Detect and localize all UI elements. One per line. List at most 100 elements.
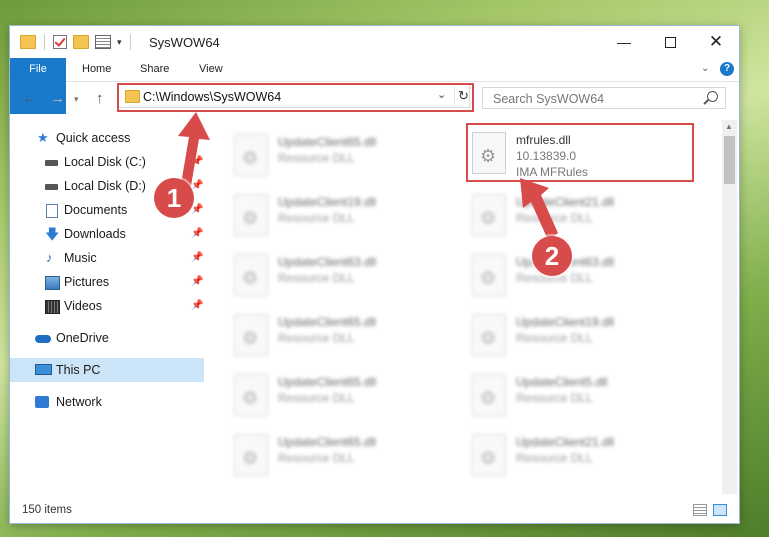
pin-icon[interactable]: 📌	[191, 222, 203, 246]
tab-home[interactable]: Home	[82, 58, 111, 81]
file-item[interactable]: ⚙ UpdateClient5.dll Resource DLL	[458, 368, 686, 424]
file-item[interactable]: ⚙ UpdateClient65.dll Resource DLL	[220, 428, 448, 484]
file-item[interactable]: ⚙ UpdateClient63.dll Resource DLL	[458, 248, 686, 304]
sidebar-item-videos[interactable]: Videos 📌	[10, 294, 204, 318]
dll-file-icon: ⚙	[234, 194, 268, 236]
scroll-up-icon[interactable]: ▲	[725, 122, 733, 131]
toolbar-divider	[44, 34, 45, 50]
gear-icon: ⚙	[242, 268, 259, 288]
sidebar-item-label: Music	[64, 251, 97, 265]
pin-icon[interactable]: 📌	[191, 294, 203, 318]
file-item[interactable]: ⚙ UpdateClient21.dll Resource DLL	[458, 188, 686, 244]
search-icon[interactable]	[707, 91, 718, 102]
file-name: UpdateClient19.dll	[516, 315, 615, 329]
file-name: UpdateClient65.dll	[278, 435, 377, 449]
sidebar-item-onedrive[interactable]: OneDrive	[10, 326, 204, 350]
file-item[interactable]: ⚙ UpdateClient65.dll Resource DLL	[220, 368, 448, 424]
file-type: Resource DLL	[278, 211, 355, 225]
file-type: Resource DLL	[516, 451, 593, 465]
file-type: Resource DLL	[516, 391, 593, 405]
properties-icon[interactable]	[95, 35, 111, 49]
sidebar-item-label: This PC	[56, 363, 101, 377]
address-highlight-box	[117, 83, 474, 112]
expand-ribbon-chevron-icon[interactable]: ⌄	[701, 63, 709, 74]
sidebar-item-network[interactable]: Network	[10, 390, 204, 414]
sidebar-item-local-disk-c[interactable]: Local Disk (C:) 📌	[10, 150, 204, 174]
maximize-button[interactable]	[647, 26, 693, 58]
gear-icon: ⚙	[480, 388, 497, 408]
chevron-down-icon[interactable]: ▾	[117, 37, 122, 48]
documents-icon	[46, 204, 58, 218]
pc-icon	[35, 364, 52, 375]
tab-share[interactable]: Share	[140, 58, 169, 81]
quick-access-toolbar: ▾	[20, 34, 133, 50]
scrollbar-thumb[interactable]	[724, 136, 735, 184]
file-item[interactable]: ⚙ UpdateClient65.dll Resource DLL	[220, 308, 448, 364]
file-type: Resource DLL	[278, 451, 355, 465]
sidebar-item-label: Local Disk (D:)	[64, 179, 146, 193]
sidebar-item-label: Local Disk (C:)	[64, 155, 146, 169]
pin-icon[interactable]: 📌	[191, 246, 203, 270]
search-input[interactable]	[491, 90, 695, 108]
file-name: UpdateClient21.dll	[516, 435, 615, 449]
file-item[interactable]: ⚙ UpdateClient63.dll Resource DLL	[220, 248, 448, 304]
drive-icon	[45, 184, 58, 190]
details-view-icon[interactable]	[693, 504, 707, 516]
file-type: Resource DLL	[278, 331, 355, 345]
pin-icon[interactable]: 📌	[191, 270, 203, 294]
gear-icon: ⚙	[480, 268, 497, 288]
file-type: Resource DLL	[278, 151, 355, 165]
gear-icon: ⚙	[480, 208, 497, 228]
gear-icon: ⚙	[242, 208, 259, 228]
forward-arrow-icon[interactable]: →	[50, 90, 65, 107]
sidebar-item-downloads[interactable]: 🡇 Downloads 📌	[10, 222, 204, 246]
gear-icon: ⚙	[242, 388, 259, 408]
window-title: SysWOW64	[149, 35, 220, 50]
sidebar-item-label: Videos	[64, 299, 102, 313]
title-bar: ▾ SysWOW64 — ✕	[10, 26, 739, 58]
ribbon: File Home Share View ⌄ ?	[10, 58, 739, 114]
sidebar-item-pictures[interactable]: Pictures 📌	[10, 270, 204, 294]
maximize-icon	[664, 36, 676, 48]
file-type: Resource DLL	[278, 391, 355, 405]
dll-file-icon: ⚙	[234, 314, 268, 356]
sidebar-item-this-pc[interactable]: This PC	[10, 358, 204, 382]
back-arrow-icon[interactable]: ←	[22, 90, 37, 107]
recent-locations-chevron-icon[interactable]: ▾	[74, 94, 79, 105]
vertical-scrollbar[interactable]: ▲	[722, 120, 737, 494]
gear-icon: ⚙	[242, 148, 259, 168]
videos-icon	[45, 300, 60, 314]
properties-check-icon[interactable]	[53, 35, 67, 49]
new-folder-icon[interactable]	[73, 35, 89, 49]
file-name: UpdateClient19.dll	[278, 195, 377, 209]
close-button[interactable]: ✕	[693, 26, 739, 58]
tiles-view-icon[interactable]	[713, 504, 727, 516]
dll-file-icon: ⚙	[472, 314, 506, 356]
dll-file-icon: ⚙	[234, 434, 268, 476]
sidebar-item-music[interactable]: ♪ Music 📌	[10, 246, 204, 270]
file-item[interactable]: ⚙ UpdateClient19.dll Resource DLL	[220, 188, 448, 244]
file-item[interactable]: ⚙ UpdateClient19.dll Resource DLL	[458, 308, 686, 364]
help-icon[interactable]: ?	[720, 62, 734, 76]
dll-file-icon: ⚙	[472, 374, 506, 416]
file-item[interactable]: ⚙ UpdateClient21.dll Resource DLL	[458, 428, 686, 484]
sidebar-item-quick-access[interactable]: ★ Quick access	[10, 126, 204, 150]
pictures-icon	[45, 276, 60, 290]
file-type: Resource DLL	[516, 331, 593, 345]
file-item[interactable]: ⚙ UpdateClient65.dll Resource DLL	[220, 128, 448, 184]
tab-view[interactable]: View	[199, 58, 223, 81]
file-name: UpdateClient65.dll	[278, 315, 377, 329]
search-box[interactable]	[482, 87, 726, 109]
step-1-badge: 1	[154, 178, 194, 218]
dll-file-icon: ⚙	[472, 194, 506, 236]
minimize-button[interactable]: —	[601, 26, 647, 58]
onedrive-icon	[35, 335, 51, 343]
up-arrow-icon[interactable]: ↑	[96, 90, 104, 107]
downloads-icon: 🡇	[45, 226, 60, 242]
sidebar-item-label: Network	[56, 395, 102, 409]
sidebar-item-label: Downloads	[64, 227, 126, 241]
dll-file-icon: ⚙	[234, 254, 268, 296]
folder-icon	[20, 35, 36, 49]
pin-icon[interactable]: 📌	[191, 150, 203, 174]
file-name: UpdateClient65.dll	[278, 375, 377, 389]
